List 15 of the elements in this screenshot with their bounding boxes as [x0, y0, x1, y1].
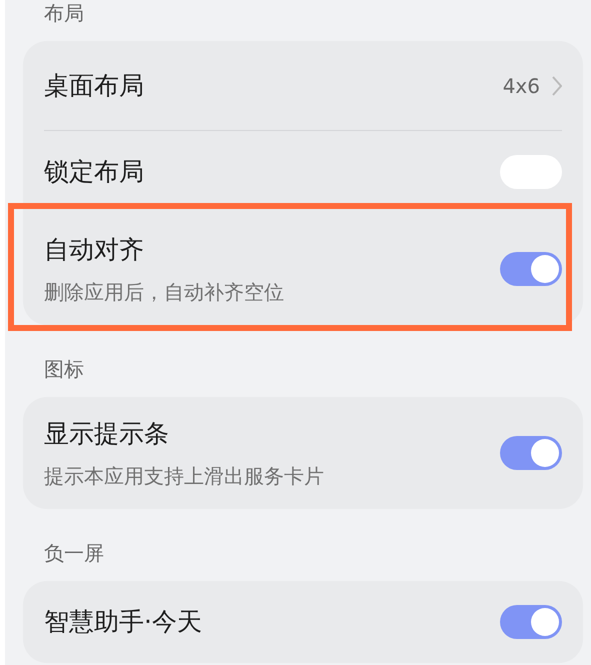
toggle-switch[interactable] [500, 605, 562, 639]
toggle-switch[interactable] [500, 436, 562, 470]
setting-title: 桌面布局 [44, 70, 144, 102]
section-header: 布局 [43, 0, 85, 27]
setting-description: 删除应用后，自动补齐空位 [44, 278, 284, 306]
setting-description: 提示本应用支持上滑出服务卡片 [44, 462, 324, 490]
setting-title: 显示提示条 [44, 418, 170, 450]
section-header: 负一屏 [43, 540, 105, 567]
setting-title: 自动对齐 [44, 234, 145, 266]
setting-title: 锁定布局 [44, 156, 144, 188]
setting-title: 智慧助手·今天 [44, 606, 202, 638]
section-header: 图标 [43, 356, 85, 383]
setting-value: 4x6 [502, 72, 540, 100]
chevron-right-icon[interactable] [552, 76, 562, 96]
toggle-switch[interactable] [500, 252, 562, 286]
